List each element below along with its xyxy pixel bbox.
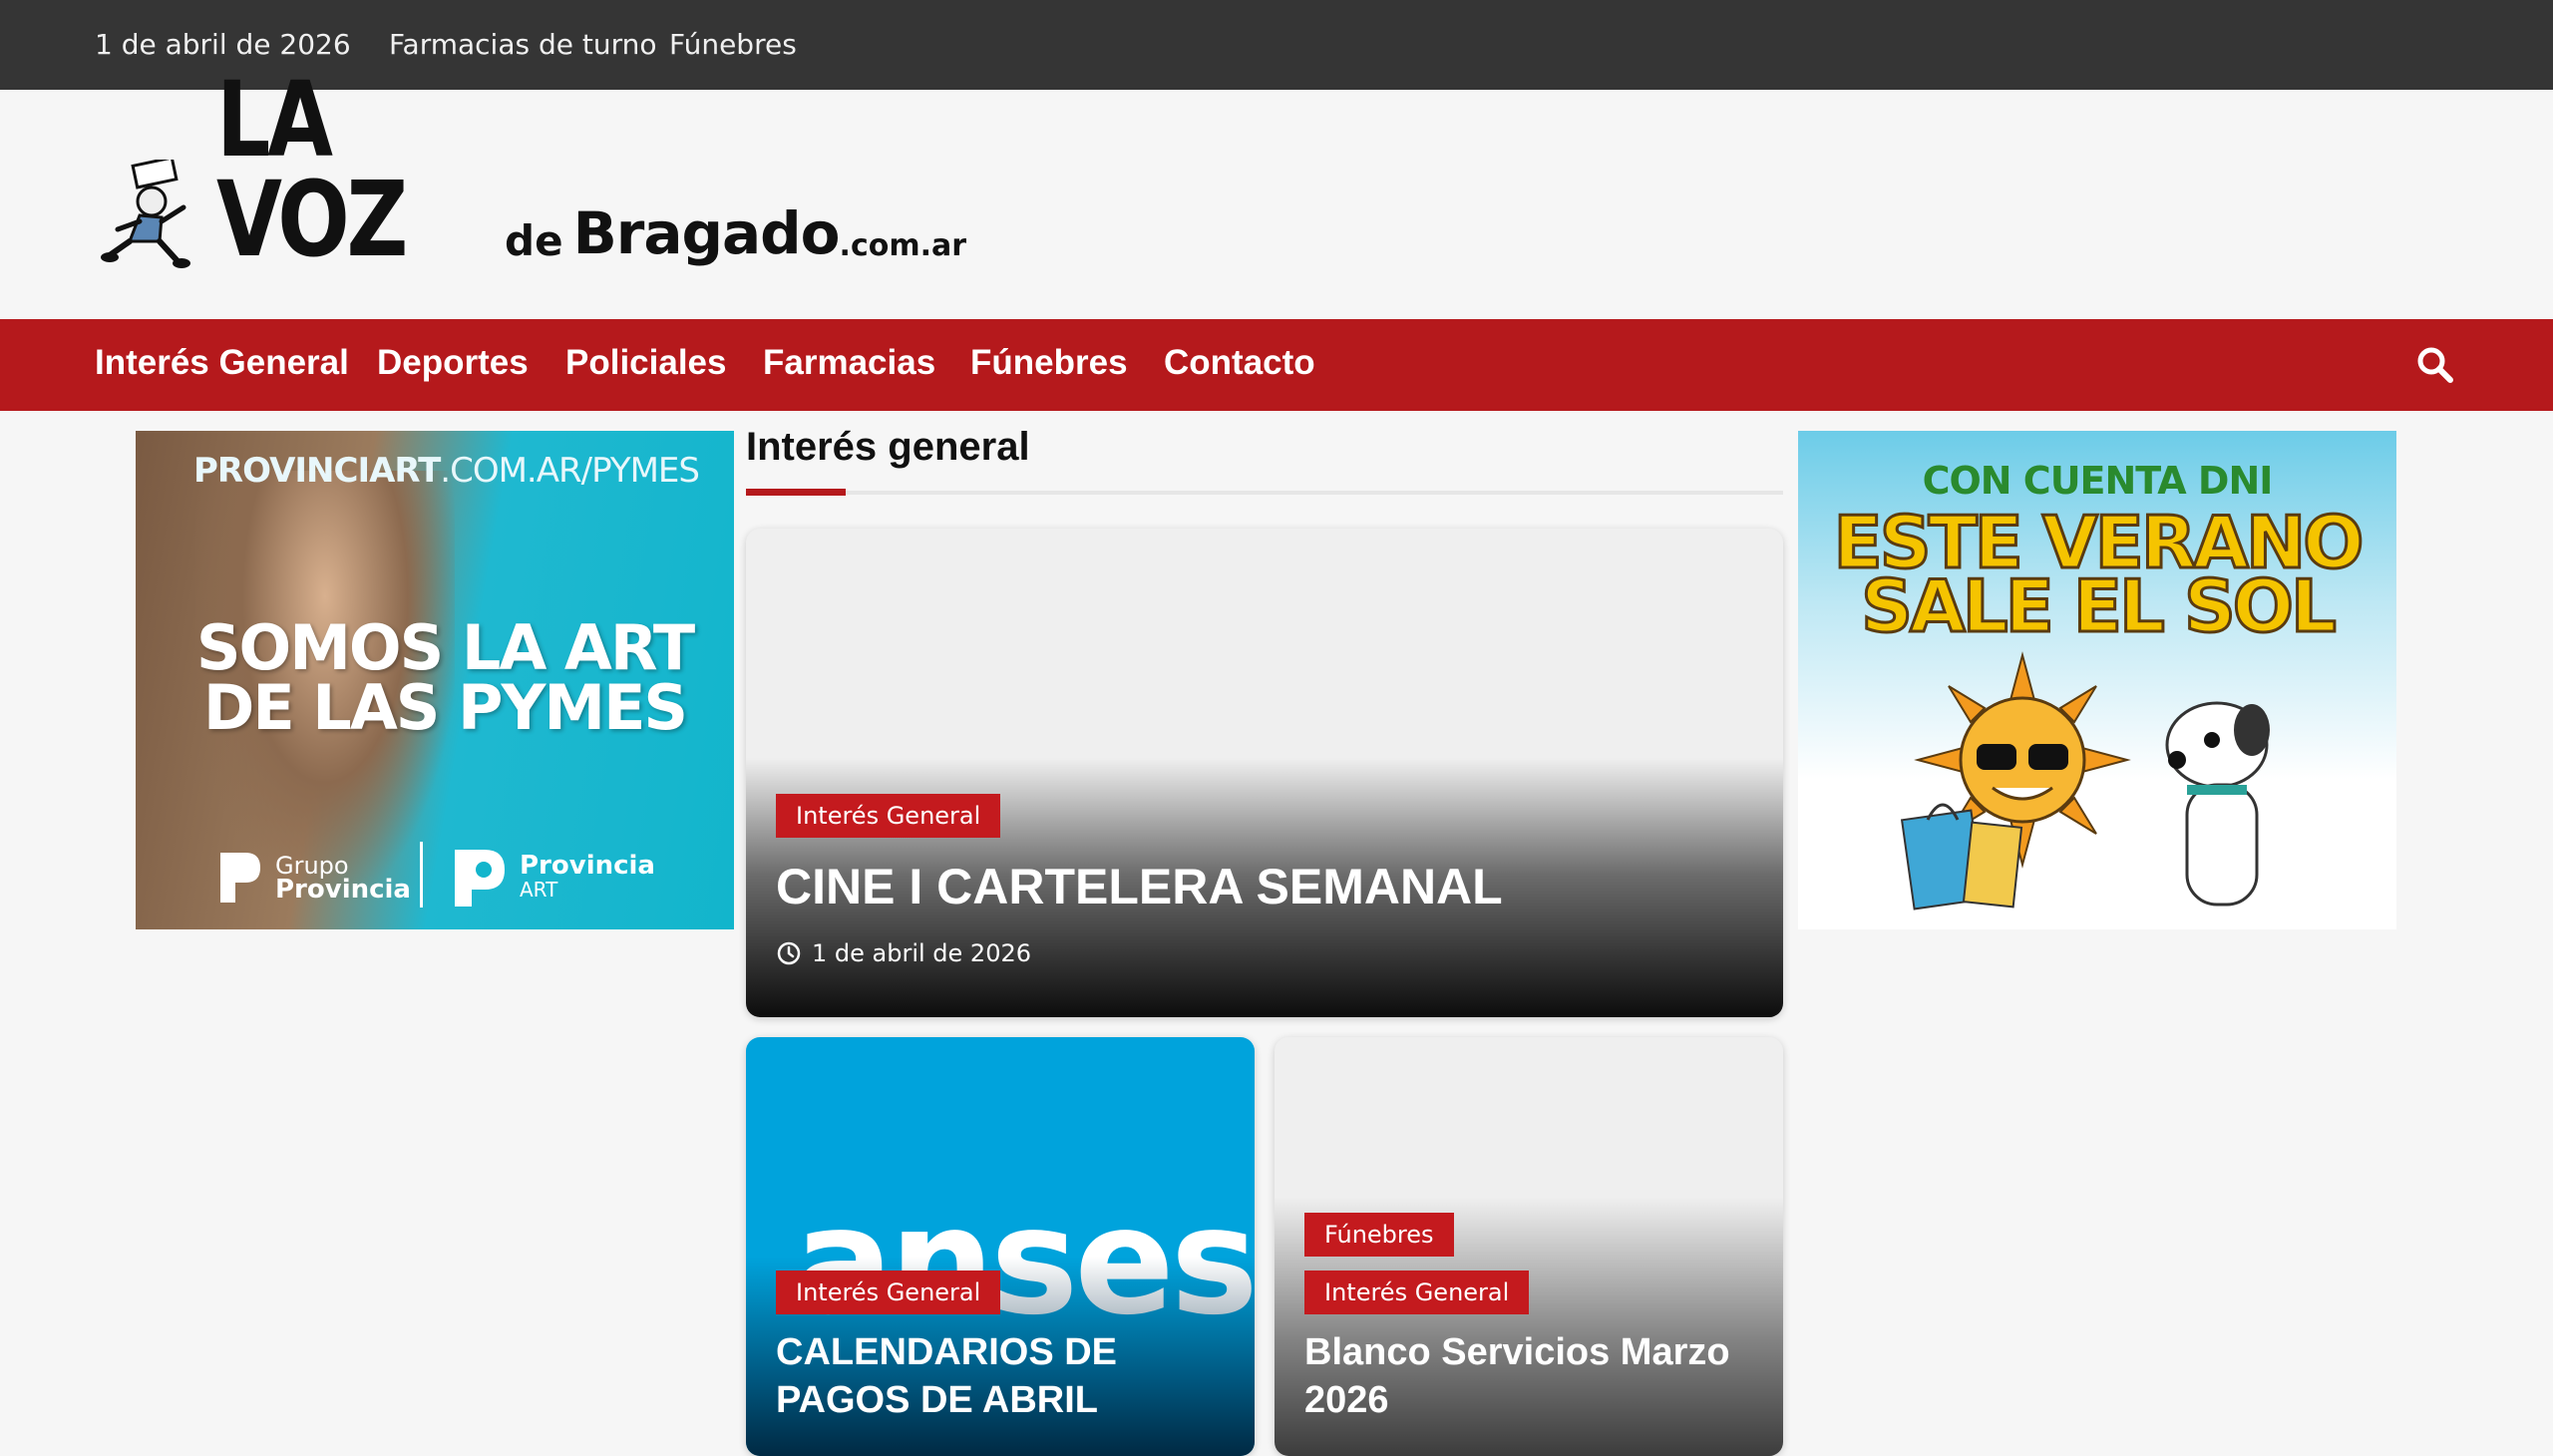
logo-de: de: [505, 216, 563, 265]
ad-slogan: SOMOS LA ART DE LAS PYMES: [195, 611, 695, 744]
nav-item-farmacias[interactable]: Farmacias: [763, 343, 935, 383]
newsboy-mascot-icon: [101, 160, 190, 268]
provincia-art-logo-icon: [455, 850, 505, 907]
category-tag-interes-general[interactable]: Interés General: [1304, 1271, 1530, 1314]
provincia-art-brand: Provincia ART: [450, 845, 655, 910]
category-tag-funebres[interactable]: Fúnebres: [1304, 1213, 1454, 1257]
ad-url: PROVINCIART.COM.AR/PYMES: [193, 451, 700, 491]
nav-item-interes-general[interactable]: Interés General: [95, 343, 349, 383]
category-tag[interactable]: Interés General: [776, 794, 1001, 838]
logo-bragado: Bragado: [572, 199, 841, 267]
grupo-provincia-logo-icon: [220, 853, 260, 903]
article-date: 1 de abril de 2026: [776, 939, 1031, 967]
toplink-farmacias-de-turno[interactable]: Farmacias de turno: [389, 28, 657, 61]
sun-and-dog-illustration-icon: [1900, 651, 2270, 910]
search-icon[interactable]: [2415, 345, 2455, 385]
toplink-funebres[interactable]: Fúnebres: [669, 28, 797, 61]
article-title[interactable]: CINE I CARTELERA SEMANAL: [776, 858, 1503, 915]
article-card-blanco-servicios[interactable]: Fúnebres Interés General Blanco Servicio…: [1275, 1037, 1783, 1456]
nav-item-funebres[interactable]: Fúnebres: [970, 343, 1128, 383]
nav-item-contacto[interactable]: Contacto: [1164, 343, 1315, 383]
grupo-provincia-brand: Grupo Provincia: [215, 848, 411, 908]
ad-cuenta-dni[interactable]: CON CUENTA DNI ESTE VERANO SALE EL SOL: [1798, 431, 2396, 929]
main-nav: Interés General Deportes Policiales Farm…: [0, 319, 2553, 411]
article-title[interactable]: Blanco Servicios Marzo 2026: [1304, 1328, 1730, 1424]
article-card-anses[interactable]: anses Interés General CALENDARIOS DE PAG…: [746, 1037, 1255, 1456]
section-title: Interés general: [746, 425, 1030, 469]
site-header: LA VOZ de Bragado .com.ar: [0, 68, 2553, 319]
ad-line3: SALE EL SOL: [1860, 563, 2339, 650]
brand-divider: [420, 842, 423, 908]
clock-icon: [777, 941, 801, 965]
featured-article-card[interactable]: Interés General CINE I CARTELERA SEMANAL…: [746, 529, 1783, 1017]
section-rule: [746, 491, 1783, 495]
article-title[interactable]: CALENDARIOS DE PAGOS DE ABRIL: [776, 1328, 1117, 1424]
logo-tld: .com.ar: [839, 228, 967, 263]
category-tag[interactable]: Interés General: [776, 1271, 1001, 1314]
current-date: 1 de abril de 2026: [95, 28, 351, 61]
ad-provincia-art[interactable]: PROVINCIART.COM.AR/PYMES SOMOS LA ART DE…: [136, 431, 734, 929]
nav-item-deportes[interactable]: Deportes: [377, 343, 529, 383]
nav-item-policiales[interactable]: Policiales: [565, 343, 726, 383]
section-accent: [746, 489, 846, 496]
logo-la-voz: LA VOZ: [216, 59, 408, 280]
site-logo[interactable]: LA VOZ de Bragado .com.ar: [100, 68, 967, 271]
ad-line1: CON CUENTA DNI: [1922, 459, 2274, 503]
